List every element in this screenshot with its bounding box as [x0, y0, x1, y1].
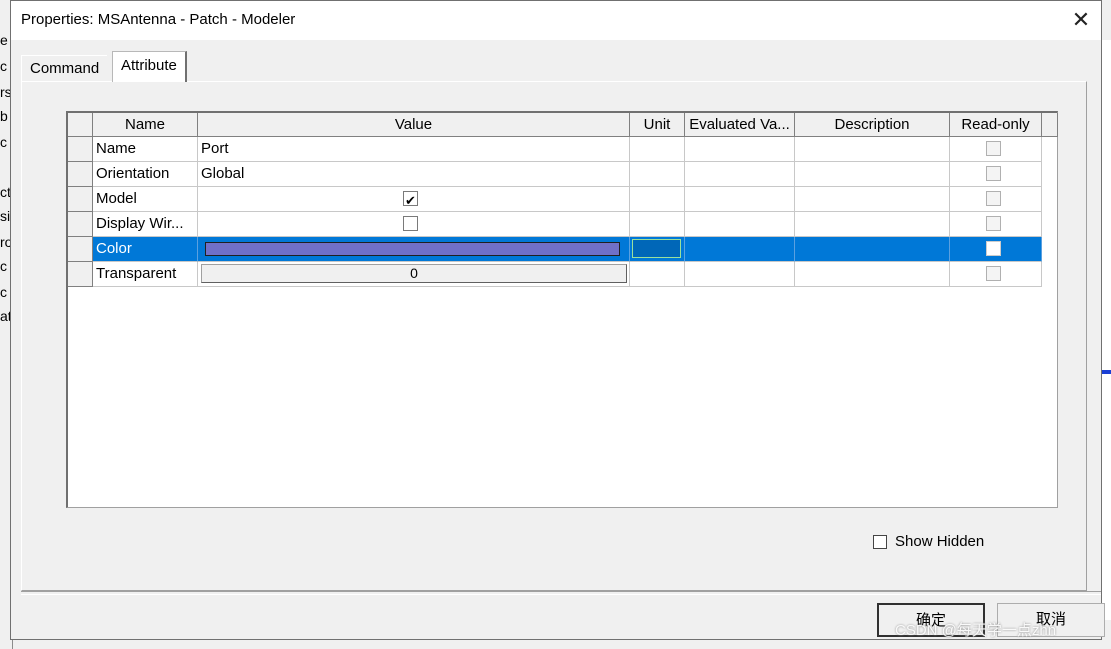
property-description[interactable]	[795, 162, 950, 187]
watermark: CSDN @每天学一点zhn	[895, 622, 1057, 639]
column-header-read-only[interactable]: Read-only	[950, 113, 1042, 137]
property-read-only	[950, 187, 1042, 212]
property-description[interactable]	[795, 137, 950, 162]
show-hidden-checkbox[interactable]: Show Hidden	[873, 533, 984, 550]
column-header-value[interactable]: Value	[198, 113, 630, 137]
row-header[interactable]	[68, 262, 93, 287]
property-description[interactable]	[795, 212, 950, 237]
color-swatch-button[interactable]	[205, 242, 620, 256]
property-value[interactable]: Port	[198, 137, 630, 162]
property-evaluated-value[interactable]	[685, 137, 795, 162]
property-evaluated-value[interactable]	[685, 187, 795, 212]
read-only-checkbox[interactable]	[986, 241, 1001, 256]
property-read-only	[950, 162, 1042, 187]
read-only-checkbox[interactable]	[986, 191, 1001, 206]
property-unit	[630, 237, 685, 262]
row-header[interactable]	[68, 237, 93, 262]
property-unit[interactable]	[630, 162, 685, 187]
background-app-line	[1101, 370, 1111, 374]
property-read-only	[950, 212, 1042, 237]
read-only-checkbox[interactable]	[986, 166, 1001, 181]
property-description[interactable]	[795, 237, 950, 262]
property-value	[198, 212, 630, 237]
property-name[interactable]: Model	[93, 187, 198, 212]
property-read-only	[950, 237, 1042, 262]
transparency-button[interactable]: 0	[201, 264, 627, 283]
property-read-only	[950, 262, 1042, 287]
property-value	[198, 187, 630, 212]
property-unit[interactable]	[630, 212, 685, 237]
property-evaluated-value[interactable]	[685, 262, 795, 287]
footer-divider	[21, 591, 1101, 595]
row-header[interactable]	[68, 187, 93, 212]
tab-command[interactable]: Command	[21, 55, 108, 81]
property-description[interactable]	[795, 187, 950, 212]
column-header-evaluated-value[interactable]: Evaluated Va...	[685, 113, 795, 137]
property-name[interactable]: Color	[93, 237, 198, 262]
property-unit[interactable]	[630, 262, 685, 287]
tab-attribute[interactable]: Attribute	[112, 51, 187, 82]
row-header[interactable]	[68, 162, 93, 187]
model-checkbox[interactable]	[403, 189, 418, 211]
read-only-checkbox[interactable]	[986, 141, 1001, 156]
close-icon[interactable]: ✕	[1067, 7, 1095, 33]
read-only-checkbox[interactable]	[986, 266, 1001, 281]
property-unit[interactable]	[630, 187, 685, 212]
properties-dialog: Properties: MSAntenna - Patch - Modeler …	[10, 0, 1105, 640]
property-evaluated-value[interactable]	[685, 162, 795, 187]
unit-editor[interactable]	[632, 239, 681, 258]
property-evaluated-value[interactable]	[685, 212, 795, 237]
column-header-description[interactable]: Description	[795, 113, 950, 137]
column-header-name[interactable]: Name	[93, 113, 198, 137]
read-only-checkbox[interactable]	[986, 216, 1001, 231]
property-name[interactable]: Display Wir...	[93, 212, 198, 237]
property-value	[198, 237, 630, 262]
property-description[interactable]	[795, 262, 950, 287]
column-header-filler	[1042, 113, 1058, 137]
dialog-title: Properties: MSAntenna - Patch - Modeler	[21, 11, 296, 28]
grid-corner-header[interactable]	[68, 113, 93, 137]
property-name[interactable]: Orientation	[93, 162, 198, 187]
dialog-titlebar[interactable]: Properties: MSAntenna - Patch - Modeler …	[11, 1, 1101, 40]
row-header[interactable]	[68, 137, 93, 162]
column-header-unit[interactable]: Unit	[630, 113, 685, 137]
property-value: 0	[198, 262, 630, 287]
property-name[interactable]: Transparent	[93, 262, 198, 287]
show-hidden-label: Show Hidden	[895, 533, 985, 550]
property-unit[interactable]	[630, 137, 685, 162]
property-name[interactable]: Name	[93, 137, 198, 162]
display-wireframe-checkbox[interactable]	[403, 216, 418, 231]
checkbox-box[interactable]	[873, 534, 887, 549]
property-evaluated-value[interactable]	[685, 237, 795, 262]
row-header[interactable]	[68, 212, 93, 237]
properties-grid: Name Value Unit Evaluated Va... Descript…	[66, 111, 1058, 508]
property-read-only	[950, 137, 1042, 162]
property-value[interactable]: Global	[198, 162, 630, 187]
